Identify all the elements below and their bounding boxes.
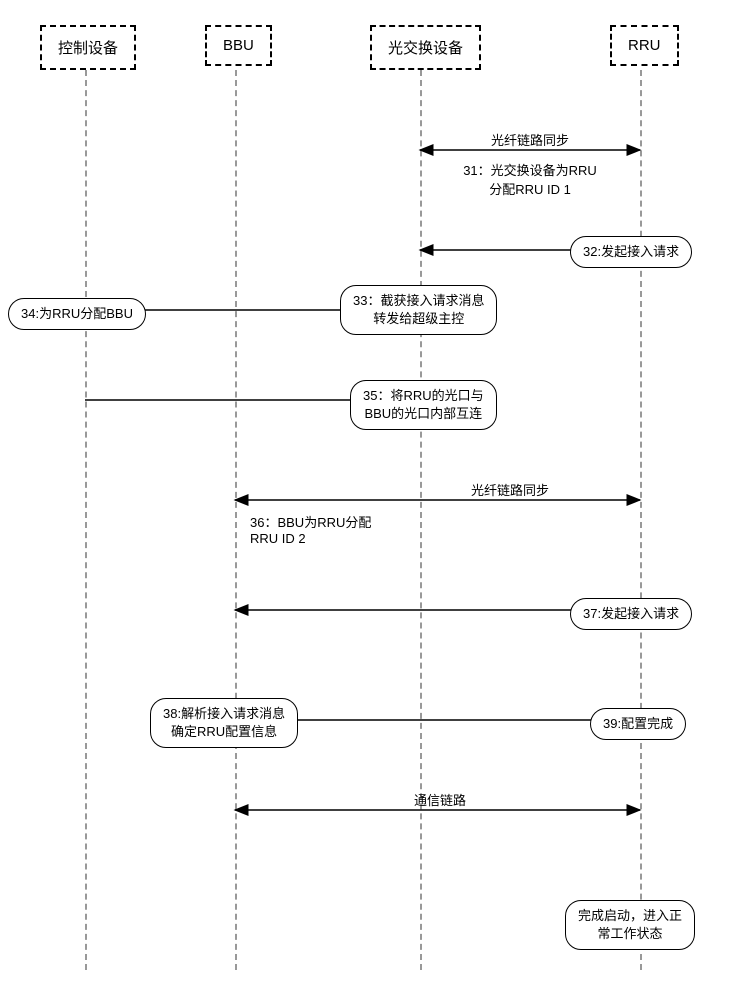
label-sync2: 光纤链路同步	[440, 480, 580, 499]
participant-rru: RRU	[610, 25, 679, 66]
note-step34: 34:为RRU分配BBU	[8, 298, 146, 330]
note-step39: 39:配置完成	[590, 708, 686, 740]
label-step36: 36：BBU为RRU分配 RRU ID 2	[250, 512, 430, 546]
label-step31: 31：光交换设备为RRU 分配RRU ID 1	[440, 160, 620, 198]
note-step37: 37:发起接入请求	[570, 598, 692, 630]
note-final: 完成启动，进入正 常工作状态	[565, 900, 695, 950]
participant-control: 控制设备	[40, 25, 136, 70]
participant-optical-switch: 光交换设备	[370, 25, 481, 70]
sequence-arrows	[0, 0, 748, 1000]
label-sync1: 光纤链路同步	[460, 130, 600, 149]
note-step33: 33：截获接入请求消息 转发给超级主控	[340, 285, 497, 335]
lifeline-bbu	[235, 70, 237, 970]
note-step35: 35：将RRU的光口与 BBU的光口内部互连	[350, 380, 497, 430]
label-commlink: 通信链路	[380, 790, 500, 809]
lifeline-rru	[640, 70, 642, 970]
note-step32: 32:发起接入请求	[570, 236, 692, 268]
participant-bbu: BBU	[205, 25, 272, 66]
lifeline-control	[85, 70, 87, 970]
note-step38: 38:解析接入请求消息 确定RRU配置信息	[150, 698, 298, 748]
